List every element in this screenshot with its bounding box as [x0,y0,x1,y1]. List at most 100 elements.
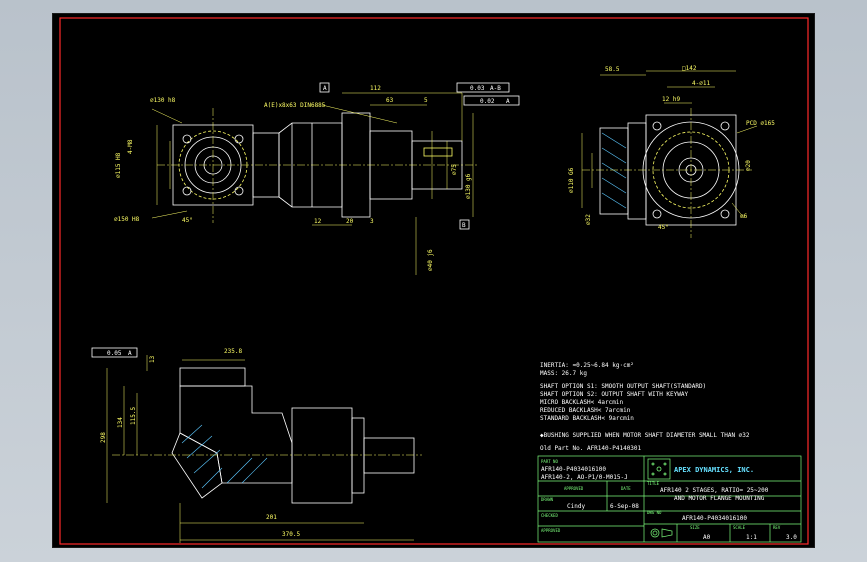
tb-approved2-label: APPROVED [541,528,561,533]
bottom-gear-step [351,417,365,494]
side-view-labels: 58.5 □142 4-⌀11 12 h9 PCD ⌀165 ⌀110 G6 ⌀… [568,65,775,231]
bottom-dim-b8: 13 [149,355,156,363]
tb-part-no-2: AFR140-2, AO-P1/0-M015-J [541,474,628,481]
side-dim-s10: ⌀6 [740,213,748,220]
note-standard-backlash: STANDARD BACKLASH< 9arcmin [540,415,634,422]
tb-title-2: AND MOTOR FLANGE MOUNTING [674,495,765,502]
bottom-dim-b5: 201 [266,514,277,521]
side-bolt-hole [652,209,662,219]
front-dim-angle: 45° [182,217,193,224]
company-logo [647,458,671,480]
drawing-canvas[interactable]: ⌀130 h8 4-M8 ⌀115 H8 ⌀150 H8 45° A(E)x8x… [52,13,815,548]
bottom-dim-b7: 298 [100,432,107,443]
side-dim-s1: 58.5 [605,66,620,73]
note-old-part: Old Part No. AFR140-P4140301 [540,445,642,452]
front-view [151,82,520,275]
cad-viewport: ⌀130 h8 4-M8 ⌀115 H8 ⌀150 H8 45° A(E)x8x… [0,0,867,562]
tb-drawn-by: Cindy [567,503,585,510]
bottom-dim-b3: 134 [117,417,124,428]
side-dim-s9: 45° [658,224,669,231]
front-datum-b-label: B [462,222,466,229]
front-dim-thread: A(E)x8x63 DIN6885 [264,102,326,109]
notes-block: INERTIA: ≈0.25~6.84 kg·cm² MASS: 26.7 kg… [540,362,750,452]
tb-checked-label: CHECKED [541,513,558,518]
bottom-tol: 0.05 [107,350,122,357]
tb-drawn-label: DRAWN [541,497,554,502]
bottom-dim-b4: 115.5 [130,407,137,425]
front-shaft1: ⌀75 [451,164,458,175]
note-micro-backlash: MICRO BACKLASH< 4arcmin [540,399,623,406]
front-tol2: 0.02 [480,98,495,105]
front-tol2-ref: A [506,98,510,105]
tb-company: APEX DYNAMICS, INC. [674,466,754,474]
side-hatch [601,132,627,209]
side-leader [736,125,758,134]
front-dim-len6: 3 [370,218,374,225]
note-shaft-s2: SHAFT OPTION S2: OUTPUT SHAFT WITH KEYWA… [540,391,688,398]
note-reduced-backlash: REDUCED BACKLASH< 7arcmin [540,407,631,414]
bottom-dim-b2: 235.8 [224,348,242,355]
front-dim-len1: 112 [370,85,381,92]
bottom-view-labels: 0.05 A 13 235.8 134 115.5 298 201 370.5 [100,348,300,538]
drawing-sheet: ⌀130 h8 4-M8 ⌀115 H8 ⌀150 H8 45° A(E)x8x… [59,17,809,545]
tb-approved-label: APPROVED [564,486,584,491]
tb-rev-label: REV [773,525,781,530]
front-datum-a-label: A [323,85,327,92]
tb-dwg-no-label: DWG NO [647,510,662,515]
front-dim-len3: 5 [424,97,428,104]
side-dim-s5: PCD ⌀165 [746,120,775,127]
side-motor-flange [599,127,629,215]
tb-title-1: AFR140 2 STAGES, RATIO= 25~200 [660,487,769,494]
tb-rev: 3.0 [786,534,797,541]
bottom-dim-b6: 370.5 [282,531,300,538]
front-bolt-hole [234,186,244,196]
note-inertia: INERTIA: ≈0.25~6.84 kg·cm² [540,362,634,369]
side-bolt-hole [720,121,730,131]
front-bolt-hole [182,186,192,196]
front-dim-len4: 12 [314,218,322,225]
tb-date-label: DATE [621,486,631,491]
tb-size-label: SIZE [690,525,700,530]
side-dim-s3: 4-⌀11 [692,80,710,87]
tb-size: A0 [703,534,711,541]
front-bolt-hole [234,134,244,144]
side-dim-s6: ⌀110 G6 [568,167,575,193]
projection-symbol [650,528,673,538]
tb-part-no-1: AFR140-P4034016100 [541,466,606,473]
front-dim-len5: 20 [346,218,354,225]
title-block-text: PART NO AFR140-P4034016100 AFR140-2, AO-… [541,459,797,541]
tb-part-no-label: PART NO [541,459,558,464]
tb-title-label: TITLE [647,481,660,486]
note-shaft-s1: SHAFT OPTION S1: SMOOTH OUTPUT SHAFT(STA… [540,383,706,390]
front-key [423,147,453,157]
side-bolt-hole [652,121,662,131]
front-shaft3: ⌀40 j6 [427,249,434,271]
front-dim-d1: ⌀130 h8 [150,97,176,104]
front-leader [151,108,183,124]
bottom-view [91,347,422,543]
tb-scale-label: SCALE [733,525,746,530]
front-shaft2: ⌀130 g6 [465,173,472,199]
side-bolt-hole [720,209,730,219]
bottom-housing [179,385,293,484]
bottom-hatch [181,424,268,489]
side-dim-s4: 12 h9 [662,96,680,103]
bottom-output-shaft [363,437,415,474]
tb-date: 6-Sep-08 [610,503,639,510]
front-tol1-ref: A-B [490,85,501,92]
side-dim-s2: □142 [682,65,697,72]
tb-scale: 1:1 [746,534,757,541]
side-dim-s8: ⌀20 [745,160,752,171]
bottom-gear-body [291,407,353,504]
note-mass: MASS: 26.7 kg [540,370,587,377]
front-leader [321,104,398,124]
front-dim-d3: ⌀115 H8 [115,152,122,178]
bottom-flange-top [179,367,246,387]
side-dim-s7: ⌀32 [585,214,592,225]
front-dim-d2: 4-M8 [127,139,134,154]
front-bolt-hole [182,134,192,144]
front-tol1: 0.03 [470,85,485,92]
bottom-tol-ref: A [128,350,132,357]
front-dim-len2: 63 [386,97,394,104]
note-bushing: ◆BUSHING SUPPLIED WHEN MOTOR SHAFT DIAME… [540,432,750,439]
